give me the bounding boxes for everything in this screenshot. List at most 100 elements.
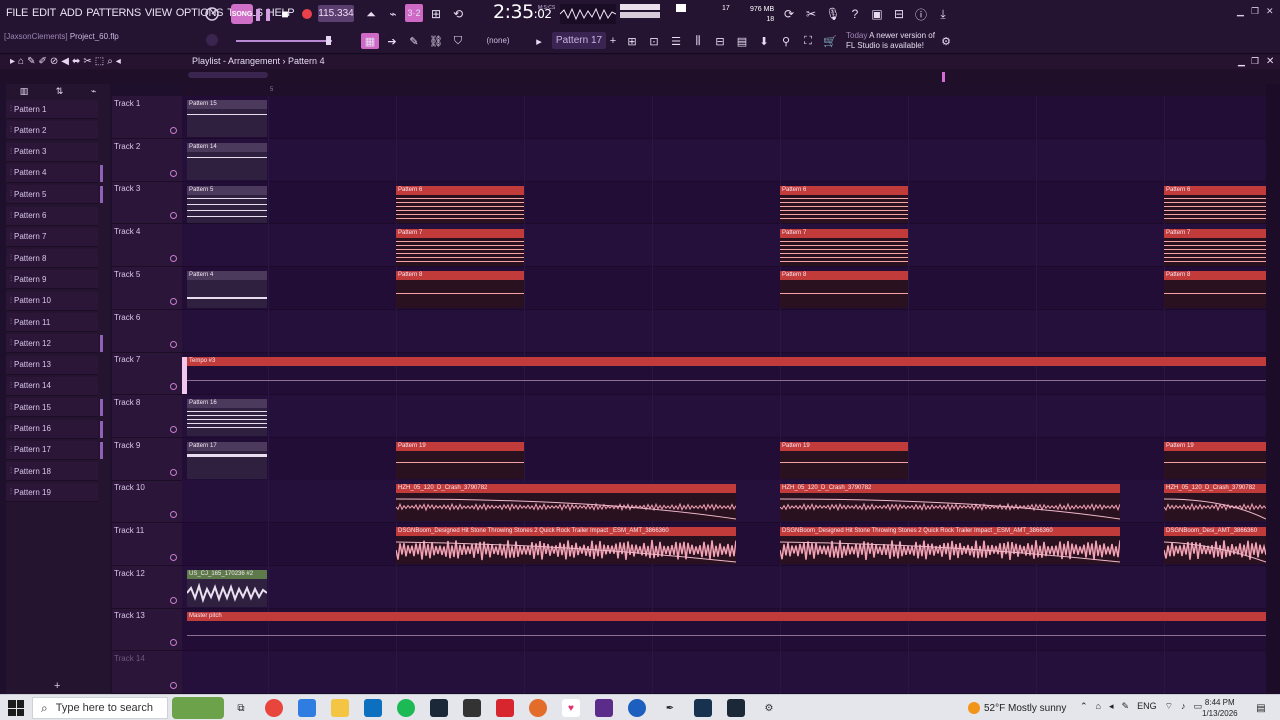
track-header[interactable]: Track 6	[112, 310, 182, 353]
picker-view-icon[interactable]: ▥	[20, 86, 29, 97]
steam-icon[interactable]	[430, 699, 448, 717]
delete-icon[interactable]: ⊘	[50, 56, 58, 67]
master-volume-knob[interactable]	[203, 31, 221, 49]
track-mute-led[interactable]	[170, 212, 177, 220]
volume-icon[interactable]: ◂	[1109, 701, 1114, 712]
help-icon[interactable]: ?	[846, 5, 864, 23]
save-icon[interactable]: ▣	[868, 5, 886, 23]
track-header[interactable]: Track 4	[112, 224, 182, 268]
playlist-view-icon[interactable]: ▦	[361, 33, 379, 49]
track-header[interactable]: Track 5	[112, 267, 182, 310]
pencil-icon[interactable]: ✎	[27, 56, 35, 67]
plugin-picker-icon[interactable]: ⬇	[755, 33, 773, 49]
epic-games-icon[interactable]	[463, 699, 481, 717]
paint-icon[interactable]: ✐	[38, 56, 46, 67]
zoom-icon[interactable]: ⌕	[107, 56, 113, 67]
clip-pattern-6[interactable]: Pattern 6	[1164, 186, 1266, 223]
file-explorer-icon[interactable]	[331, 699, 349, 717]
snap-selector[interactable]: (none)	[482, 33, 514, 48]
pattern-list-item[interactable]: ⫶ Pattern 12	[6, 334, 98, 354]
fl-studio-icon[interactable]	[529, 699, 547, 717]
menu-edit[interactable]: EDIT	[30, 7, 58, 19]
pattern-list-item[interactable]: ⫶ Pattern 4	[6, 163, 98, 183]
track-lane[interactable]	[182, 181, 1266, 225]
mic-route-icon[interactable]: ⛶	[799, 33, 817, 49]
purple-app-icon[interactable]	[595, 699, 613, 717]
metronome-icon[interactable]: ⏶	[362, 5, 380, 23]
pattern-list-item[interactable]: ⫶ Pattern 11	[6, 313, 98, 332]
touch-keyboard-icon[interactable]: ⚲	[777, 33, 795, 49]
pattern-list-item[interactable]: ⫶ Pattern 5	[6, 185, 98, 205]
track-header[interactable]: Track 8	[112, 395, 182, 438]
menu-file[interactable]: FILE	[4, 7, 30, 19]
track-mute-led[interactable]	[170, 682, 177, 690]
clip-master-pitch[interactable]: Master pitch	[187, 612, 1266, 649]
track-mute-led[interactable]	[170, 511, 177, 519]
terminal-icon[interactable]	[694, 699, 712, 717]
track-lane[interactable]	[182, 224, 1266, 268]
pattern-list-item[interactable]: ⫶ Pattern 2	[6, 121, 98, 141]
info-icon[interactable]: ⓘ	[912, 5, 930, 23]
clip-pattern-6[interactable]: Pattern 6	[396, 186, 524, 223]
picker-sort-icon[interactable]: ⇅	[56, 86, 64, 97]
spotify-icon[interactable]	[397, 699, 415, 717]
mixer-icon[interactable]: ⊞	[623, 33, 641, 49]
draw-mode-icon[interactable]: ✎	[405, 33, 423, 49]
track-header[interactable]: Track 11	[112, 523, 182, 566]
countdown-icon[interactable]: 3·2	[405, 4, 423, 22]
menu-add[interactable]: ADD	[58, 7, 84, 19]
menu-arrow-icon[interactable]: ▸	[10, 56, 15, 67]
clip-pattern-7[interactable]: Pattern 7	[780, 229, 908, 266]
microphone-icon[interactable]: 🎙	[824, 5, 842, 23]
clip-stones-audio[interactable]: DSGNBoom_Desi_AMT_3866360	[1164, 527, 1266, 564]
magnet-icon[interactable]: ⌂	[18, 56, 24, 67]
pattern-song-toggle[interactable]: SONG	[231, 4, 253, 24]
clip-crash-audio[interactable]: HZH_05_120_D_Crash_3790782	[1164, 484, 1266, 521]
download-icon[interactable]: ⤓	[934, 5, 952, 23]
track-header[interactable]: Track 2	[112, 139, 182, 182]
track-mute-led[interactable]	[170, 554, 177, 561]
wifi-icon[interactable]: ⌔	[1165, 701, 1173, 712]
select-icon[interactable]: ⬚	[95, 56, 104, 67]
taskbar-clock[interactable]: 8:44 PM 1/13/2026	[1202, 697, 1238, 719]
notification-icon[interactable]: ▤	[1252, 699, 1270, 717]
clip-pattern-8[interactable]: Pattern 8	[1164, 271, 1266, 308]
roblox-icon[interactable]	[496, 699, 514, 717]
settings-icon[interactable]: ⚙	[760, 699, 778, 717]
pattern-list-item[interactable]: ⫶ Pattern 19	[6, 483, 98, 503]
playback-icon[interactable]: ◂	[116, 56, 121, 67]
cut-tool-icon[interactable]: ✂	[802, 5, 820, 23]
track-header[interactable]: Track 12	[112, 566, 182, 609]
clip-pattern-19[interactable]: Pattern 19	[396, 442, 524, 479]
record-button[interactable]	[298, 5, 316, 23]
track-header[interactable]: Track 1	[112, 96, 182, 139]
link-icon[interactable]: ⛓	[427, 33, 445, 49]
tray-expand-icon[interactable]: ⌃	[1080, 701, 1088, 712]
speaker-icon[interactable]: ♪	[1181, 701, 1186, 712]
slice-icon[interactable]: ✂	[83, 56, 91, 67]
master-pitch-slider[interactable]	[236, 40, 332, 42]
taskbar-search[interactable]: ⌕ Type here to search	[32, 697, 168, 719]
track-header[interactable]: Track 9	[112, 438, 182, 481]
browser-icon[interactable]: ⊟	[711, 33, 729, 49]
blend-notes-icon[interactable]: ⊞	[427, 5, 445, 23]
clip-pattern-19[interactable]: Pattern 19	[780, 442, 908, 479]
pattern-list-item[interactable]: ⫶ Pattern 17	[6, 440, 98, 460]
tempo-display[interactable]: 115.334	[318, 5, 354, 22]
clip-tempo-automation[interactable]: Tempo #3	[187, 357, 1266, 394]
edge-icon[interactable]	[298, 699, 316, 717]
channel-rack-icon[interactable]: ⊡	[645, 33, 663, 49]
picker-filter-icon[interactable]: ⌁	[91, 86, 96, 97]
chrome-icon[interactable]	[265, 699, 283, 717]
track-lane[interactable]	[182, 394, 1266, 438]
clip-us-cj[interactable]: US_CJ_165_170236 #2	[187, 570, 267, 607]
clip-pattern-8[interactable]: Pattern 8	[780, 271, 908, 308]
cart-icon[interactable]: 🛒	[821, 33, 839, 49]
mute-icon[interactable]: ◀	[61, 56, 69, 67]
clip-pattern-6[interactable]: Pattern 6	[780, 186, 908, 223]
track-lane[interactable]	[182, 96, 1266, 139]
piano-roll-icon[interactable]: ☰	[667, 33, 685, 49]
track-mute-led[interactable]	[170, 169, 177, 177]
search-highlight-image[interactable]	[172, 697, 224, 719]
stamp-icon[interactable]: ⛉	[449, 33, 467, 49]
